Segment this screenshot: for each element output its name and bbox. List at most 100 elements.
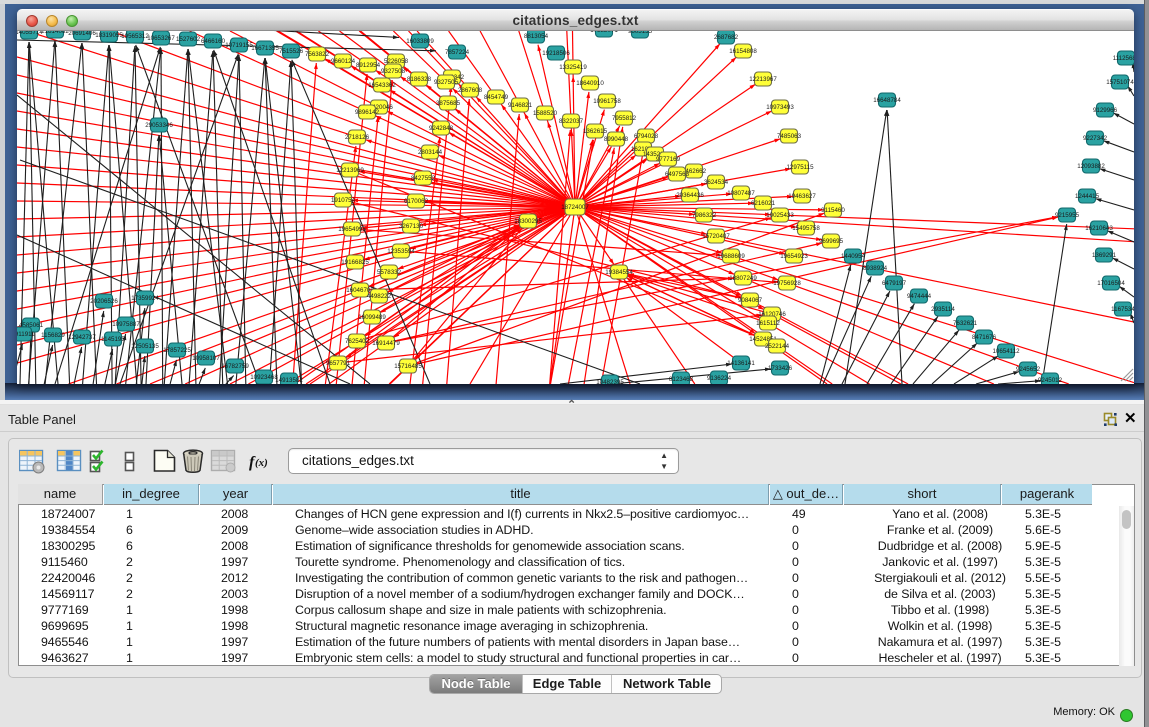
svg-text:14913582: 14913582 [275,377,303,384]
svg-text:11125684: 11125684 [1113,55,1134,62]
svg-text:1440954: 1440954 [841,253,866,260]
svg-text:10807487: 10807487 [727,190,755,197]
svg-text:3911911: 3911911 [17,331,35,338]
svg-text:10025433: 10025433 [766,212,794,219]
svg-text:9245012: 9245012 [1038,377,1063,384]
svg-text:2803144: 2803144 [418,149,443,156]
svg-text:1362615: 1362615 [583,128,608,135]
svg-text:9245652: 9245652 [1016,366,1041,373]
svg-text:8990448: 8990448 [604,136,629,143]
svg-text:19384554: 19384554 [605,269,633,276]
svg-text:18300295: 18300295 [514,218,542,225]
svg-text:6479197: 6479197 [882,280,907,287]
svg-text:9327505: 9327505 [434,79,459,86]
svg-text:10958107: 10958107 [192,355,220,362]
svg-text:10654112: 10654112 [992,348,1020,355]
svg-text:16033809: 16033809 [406,38,434,45]
svg-text:10975887: 10975887 [112,321,140,328]
svg-text:9660124: 9660124 [331,58,356,65]
svg-text:10973493: 10973493 [766,104,794,111]
svg-text:3624534: 3624534 [704,179,729,186]
svg-text:4498222: 4498222 [367,293,392,300]
svg-text:7986322: 7986322 [692,212,717,219]
svg-text:19166825: 19166825 [341,259,369,266]
svg-text:6497568: 6497568 [665,171,690,178]
svg-text:6216021: 6216021 [751,200,776,207]
svg-text:12975115: 12975115 [786,164,814,171]
svg-text:1910754: 1910754 [331,197,356,204]
svg-text:18724007: 18724007 [561,204,589,211]
svg-text:16671355: 16671355 [251,45,279,52]
svg-text:21814062: 21814062 [41,31,69,35]
svg-text:19654995: 19654995 [338,226,366,233]
svg-text:1244415: 1244415 [1075,193,1100,200]
svg-text:1145195: 1145195 [101,336,125,343]
svg-text:9215955: 9215955 [1055,212,1080,219]
svg-text:6794028: 6794028 [634,133,659,140]
svg-text:(x): (x) [255,457,268,469]
svg-text:9136224: 9136224 [707,375,732,382]
svg-text:15720407: 15720407 [702,233,730,240]
svg-text:12353594: 12353594 [387,248,415,255]
svg-text:15716485: 15716485 [394,363,422,370]
svg-text:19756928: 19756928 [773,280,801,287]
svg-text:14055714: 14055714 [17,31,43,36]
svg-text:9129966: 9129966 [1093,107,1118,114]
svg-text:9115460: 9115460 [821,207,845,214]
svg-text:8123468: 8123468 [669,376,694,383]
svg-text:9777169: 9777169 [656,156,681,163]
svg-text:18640910: 18640910 [576,80,604,87]
svg-text:20364436: 20364436 [676,192,704,199]
svg-text:7625402: 7625402 [345,338,370,345]
svg-text:9146821: 9146821 [508,102,533,109]
svg-text:9605135: 9605135 [628,31,653,35]
svg-text:10688609: 10688609 [717,253,745,260]
svg-text:7632621: 7632621 [953,320,978,327]
svg-text:9896142: 9896142 [355,109,380,116]
svg-text:1615112: 1615112 [756,320,780,327]
svg-text:7955812: 7955812 [612,115,637,122]
svg-text:9227342: 9227342 [1083,135,1108,142]
svg-text:18807249: 18807249 [729,275,757,282]
svg-text:10482395: 10482395 [596,379,624,384]
svg-text:9474444: 9474444 [907,293,932,300]
svg-text:13325419: 13325419 [559,64,587,71]
svg-text:16543362: 16543362 [368,82,396,89]
svg-text:10719155: 10719155 [225,42,253,49]
svg-text:16210643: 16210643 [1085,225,1113,232]
svg-text:19565312: 19565312 [121,33,149,40]
svg-text:8938924: 8938924 [863,265,888,272]
svg-text:12213969: 12213969 [336,167,364,174]
svg-text:1156829: 1156829 [41,332,65,339]
svg-text:8186328: 8186328 [407,76,432,83]
svg-text:12505135: 12505135 [131,343,159,350]
svg-text:2687682: 2687682 [714,34,739,41]
svg-text:3267130: 3267130 [399,223,424,230]
svg-text:7857224: 7857224 [445,49,470,56]
svg-text:8322037: 8322037 [559,118,584,125]
svg-text:6170062: 6170062 [404,198,429,205]
svg-text:18319055: 18319055 [95,32,123,39]
svg-text:8813054: 8813054 [524,33,549,40]
svg-text:1527602: 1527602 [176,36,201,43]
svg-text:8912954: 8912954 [356,62,381,69]
svg-text:17359924: 17359924 [131,295,159,302]
svg-text:14136141: 14136141 [727,360,755,367]
svg-text:20206526: 20206526 [90,298,118,305]
svg-text:1733426: 1733426 [768,365,793,372]
svg-text:5578332: 5578332 [377,269,402,276]
svg-text:1167534: 1167534 [1111,306,1134,313]
svg-text:7485063: 7485063 [777,133,802,140]
svg-text:8427552: 8427552 [411,175,436,182]
svg-text:8471676: 8471676 [972,334,997,341]
svg-text:10653267: 10653267 [147,35,175,42]
svg-text:7515526: 7515526 [279,48,304,55]
svg-text:9657791: 9657791 [326,360,351,367]
svg-text:10961758: 10961758 [593,98,621,105]
svg-text:8454749: 8454749 [484,94,509,101]
svg-text:16099489: 16099489 [358,314,386,321]
svg-text:19654923: 19654923 [780,253,808,260]
svg-text:12093882: 12093882 [1077,163,1105,170]
svg-text:9699695: 9699695 [819,238,844,245]
svg-text:2867608: 2867608 [458,87,483,94]
